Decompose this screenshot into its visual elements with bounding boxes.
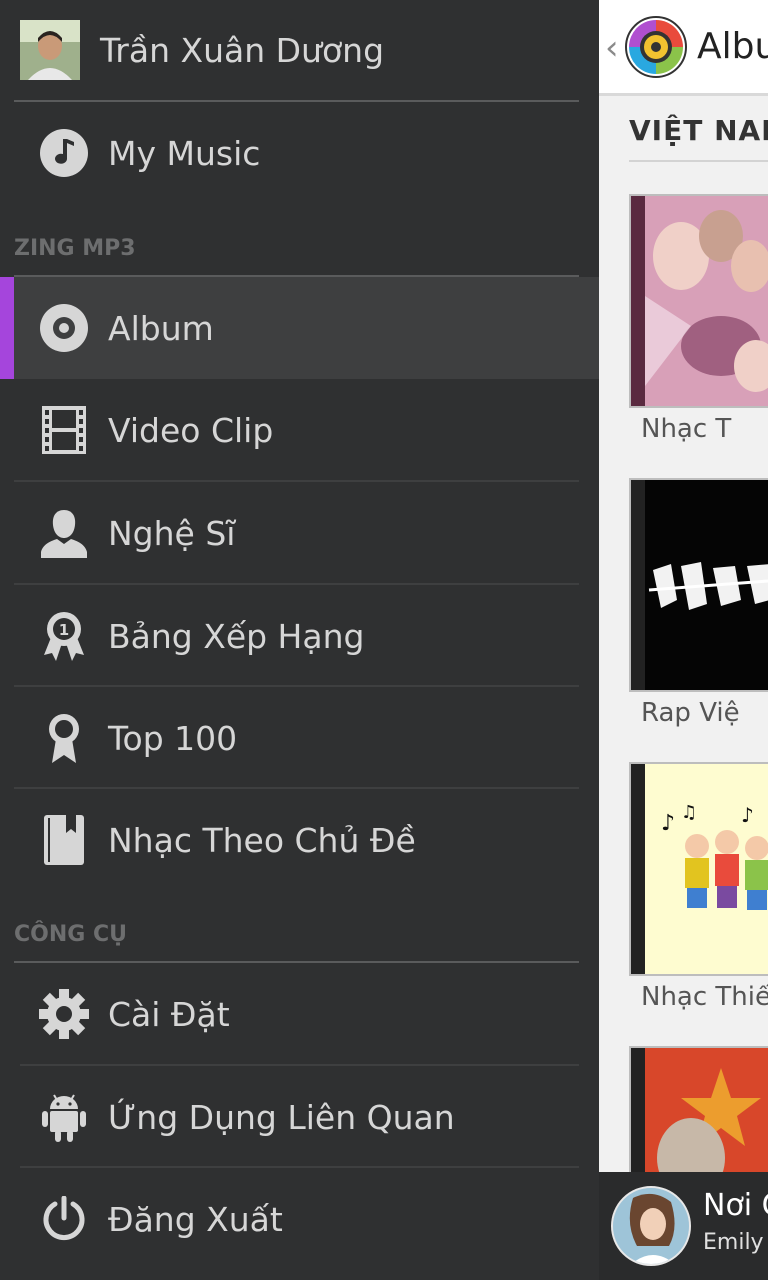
- drawer-item-my-music[interactable]: My Music: [0, 102, 600, 204]
- navigation-drawer: Trần Xuân Dương My Music ZING MP3 Album: [0, 0, 600, 1280]
- page-title: Albu: [697, 26, 768, 67]
- drawer-item-album[interactable]: Album: [0, 277, 600, 379]
- drawer-item-artists[interactable]: Nghệ Sĩ: [0, 482, 600, 584]
- album-title: Nhạc Thiế: [641, 982, 768, 1012]
- award-icon: [38, 712, 90, 764]
- bookmark-book-icon: [38, 814, 90, 866]
- drawer-item-label: My Music: [108, 133, 261, 173]
- power-icon: [38, 1193, 90, 1245]
- drawer-item-label: Top 100: [108, 718, 238, 758]
- album-section-title: VIỆT NAM: [629, 114, 768, 147]
- film-strip-icon: [38, 404, 90, 456]
- selected-indicator: [0, 277, 14, 379]
- section-header-tools: CÔNG CỤ: [14, 922, 127, 947]
- now-playing-thumbnail: [611, 1186, 691, 1266]
- drawer-item-label: Ứng Dụng Liên Quan: [108, 1097, 455, 1137]
- android-icon: [38, 1091, 90, 1143]
- drawer-item-logout[interactable]: Đăng Xuất: [0, 1168, 600, 1270]
- avatar: [20, 20, 80, 80]
- drawer-item-top-100[interactable]: Top 100: [0, 687, 600, 789]
- now-playing-title: Nơi C: [703, 1188, 768, 1223]
- action-bar: ‹ Albu: [599, 0, 768, 96]
- svg-text:1: 1: [59, 621, 69, 639]
- drawer-item-label: Bảng Xếp Hạng: [108, 616, 365, 656]
- divider: [629, 160, 768, 162]
- app-logo-icon[interactable]: [625, 16, 687, 78]
- now-playing-artist: Emily: [703, 1230, 764, 1255]
- svg-text:♪: ♪: [661, 811, 675, 836]
- svg-text:♪: ♪: [741, 803, 754, 827]
- music-note-icon: [38, 127, 90, 179]
- back-chevron-icon[interactable]: ‹: [605, 28, 619, 68]
- person-icon: [38, 507, 90, 559]
- album-cover: ♪ ♫ ♪: [629, 762, 768, 976]
- album-title: Nhạc T: [641, 414, 732, 444]
- drawer-item-label: Album: [108, 308, 214, 348]
- album-disc-icon: [38, 302, 90, 354]
- ranking-badge-icon: 1: [38, 610, 90, 662]
- drawer-item-settings[interactable]: Cài Đặt: [0, 963, 600, 1065]
- profile-row[interactable]: Trần Xuân Dương: [0, 0, 600, 100]
- drawer-item-label: Nghệ Sĩ: [108, 513, 236, 553]
- album-title: Rap Việ: [641, 698, 740, 728]
- svg-text:♫: ♫: [681, 802, 697, 823]
- drawer-item-label: Cài Đặt: [108, 994, 230, 1034]
- drawer-item-label: Đăng Xuất: [108, 1199, 283, 1239]
- drawer-item-video-clip[interactable]: Video Clip: [0, 379, 600, 481]
- album-cover: [629, 194, 768, 408]
- profile-name: Trần Xuân Dương: [100, 30, 385, 70]
- mini-player[interactable]: Nơi C Emily: [599, 1172, 768, 1280]
- album-content-panel: ‹ Albu VIỆT NAM: [599, 0, 768, 1280]
- section-header-zing: ZING MP3: [14, 236, 136, 261]
- drawer-item-charts[interactable]: 1 Bảng Xếp Hạng: [0, 585, 600, 687]
- drawer-item-label: Video Clip: [108, 410, 274, 450]
- drawer-item-topics[interactable]: Nhạc Theo Chủ Đề: [0, 789, 600, 891]
- album-cover: [629, 478, 768, 692]
- drawer-item-related-apps[interactable]: Ứng Dụng Liên Quan: [0, 1066, 600, 1168]
- drawer-item-label: Nhạc Theo Chủ Đề: [108, 820, 416, 860]
- gear-icon: [38, 988, 90, 1040]
